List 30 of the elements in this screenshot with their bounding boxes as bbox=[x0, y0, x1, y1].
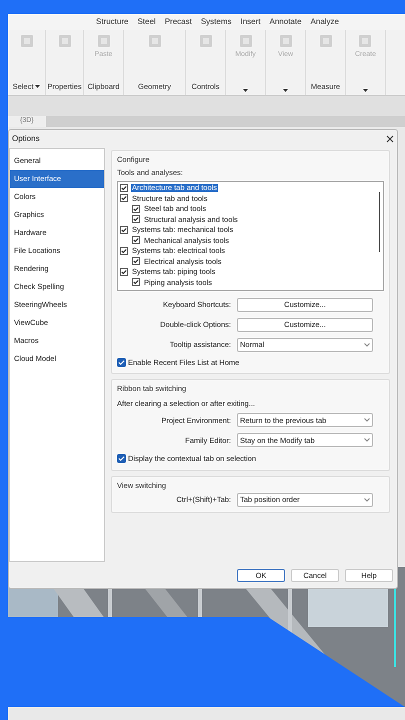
caret-icon[interactable] bbox=[283, 89, 288, 92]
chevron-down-icon bbox=[364, 342, 370, 346]
checkbox[interactable] bbox=[132, 236, 140, 244]
caret-icon[interactable] bbox=[363, 89, 368, 92]
caret-icon[interactable] bbox=[243, 89, 248, 92]
chevron-down-icon bbox=[364, 438, 370, 442]
checkbox[interactable] bbox=[117, 358, 126, 367]
checkbox[interactable] bbox=[132, 204, 140, 213]
dialog-title: Options bbox=[12, 133, 40, 145]
ribbon-tab[interactable]: Steel bbox=[137, 16, 156, 28]
ribbon-tab[interactable]: Insert bbox=[240, 16, 261, 28]
chevron-down-icon bbox=[364, 418, 370, 422]
chevron-down-icon bbox=[364, 498, 370, 502]
checkbox[interactable] bbox=[132, 257, 140, 266]
ribbon-tab[interactable]: Systems bbox=[200, 16, 232, 28]
ribbon-tab[interactable]: Precast bbox=[164, 16, 192, 28]
caret-icon[interactable] bbox=[35, 84, 40, 88]
checkbox[interactable] bbox=[117, 454, 126, 464]
checkbox[interactable] bbox=[120, 184, 128, 192]
checkbox[interactable] bbox=[132, 278, 140, 286]
checkbox[interactable] bbox=[120, 226, 128, 234]
ribbon-tab[interactable]: Annotate bbox=[270, 16, 302, 28]
checkbox[interactable] bbox=[132, 215, 140, 224]
checkbox[interactable] bbox=[120, 246, 128, 255]
ribbon-tab[interactable]: Structure bbox=[96, 16, 128, 28]
checkbox[interactable] bbox=[120, 194, 128, 202]
ribbon-tab[interactable]: Analyze bbox=[310, 16, 340, 28]
scrollbar-thumb[interactable] bbox=[379, 192, 380, 252]
checkbox[interactable] bbox=[120, 268, 128, 276]
close-icon[interactable] bbox=[386, 135, 394, 143]
